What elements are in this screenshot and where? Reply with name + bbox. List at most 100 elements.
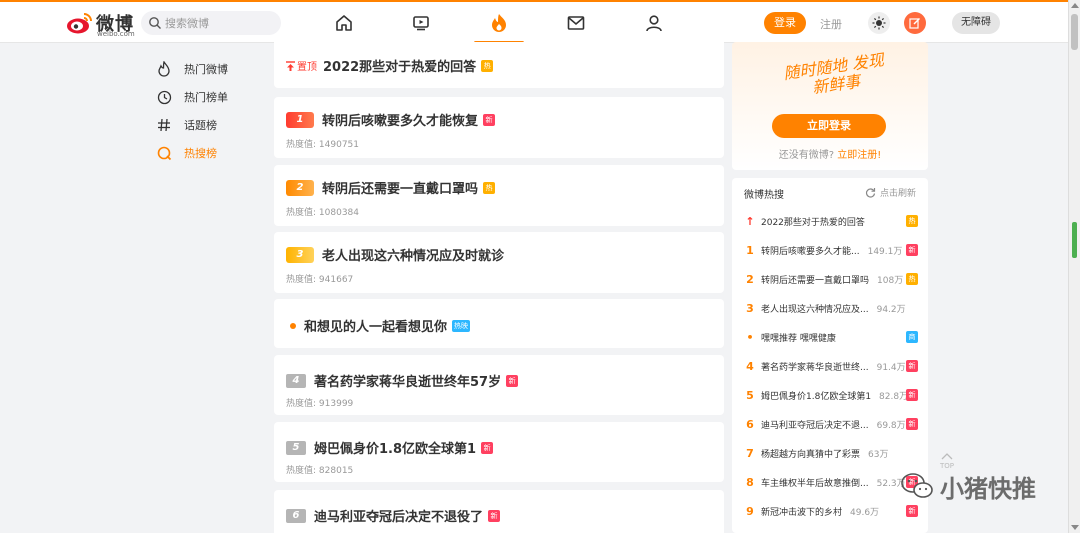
hot-search-badge-wrap: 新 xyxy=(906,360,918,372)
hot-search-row[interactable]: 6 迪马利亚夺冠后决定不退... 69.8万新 xyxy=(744,416,918,432)
video-icon[interactable] xyxy=(409,11,433,35)
home-icon[interactable] xyxy=(332,11,356,35)
hot-search-text[interactable]: 2022那些对于热爱的回答 xyxy=(761,215,865,228)
pinned-tag: 置顶 xyxy=(286,58,317,73)
hot-search-text[interactable]: 转阴后还需要一直戴口罩吗 xyxy=(761,273,869,286)
hot-search-rank: 3 xyxy=(746,301,754,315)
hot-item-card[interactable]: 4 著名药学家蒋华良逝世终年57岁 新 热度值: 913999 xyxy=(274,355,724,415)
hot-item-title[interactable]: 转阴后还需要一直戴口罩吗 xyxy=(322,178,478,197)
hot-item-card[interactable]: 5 姆巴佩身价1.8亿欧全球第1 新 热度值: 828015 xyxy=(274,422,724,482)
hot-item-card[interactable]: 1 转阴后咳嗽要多久才能恢复 新 热度值: 1490751 xyxy=(274,97,724,158)
rank-number: 4 xyxy=(286,373,306,388)
accessibility-button[interactable]: 无障碍 xyxy=(952,12,1000,34)
hot-search-text[interactable]: 迪马利亚夺冠后决定不退... xyxy=(761,418,869,431)
register-now-link[interactable]: 立即注册! xyxy=(837,150,881,161)
hot-search-text[interactable]: 嘿嘿推荐 嘿嘿健康 xyxy=(761,331,836,344)
scroll-up-arrow[interactable] xyxy=(1071,3,1079,8)
refresh-button[interactable]: 点击刷新 xyxy=(865,186,916,199)
hot-item-title[interactable]: 姆巴佩身价1.8亿欧全球第1 xyxy=(314,438,476,457)
new-badge: 新 xyxy=(481,441,494,454)
register-link[interactable]: 注册 xyxy=(820,16,842,32)
hot-search-badge-wrap: 新 xyxy=(906,389,918,401)
hot-search-badge-wrap: 新 xyxy=(906,505,918,517)
hot-search-rank: 2 xyxy=(746,272,754,286)
hot-search-row[interactable]: ↑ 2022那些对于热爱的回答 热 xyxy=(744,213,918,229)
hot-search-row[interactable]: 2 转阴后还需要一直戴口罩吗 108万热 xyxy=(744,271,918,287)
hot-flame-icon[interactable] xyxy=(487,11,511,35)
rec-badge: 商 xyxy=(906,331,918,343)
hot-search-text[interactable]: 新冠冲击波下的乡村 xyxy=(761,505,842,518)
hot-search-count: 94.2万 xyxy=(876,304,906,315)
profile-icon[interactable] xyxy=(642,11,666,35)
hot-search-badge-wrap: 新 xyxy=(906,418,918,430)
recommend-dot xyxy=(290,322,296,329)
hot-search-badge-wrap: 商 xyxy=(906,331,918,343)
search-icon xyxy=(149,17,161,29)
hot-search-row[interactable]: • 嘿嘿推荐 嘿嘿健康 商 xyxy=(744,329,918,345)
hot-search-rank: 8 xyxy=(746,475,754,489)
sidebar-item-hot-search[interactable]: 热搜榜 xyxy=(140,139,260,167)
pinned-card[interactable]: 置顶 2022那些对于热爱的回答 热 xyxy=(274,42,724,88)
heat-value: 热度值: 1490751 xyxy=(286,140,360,150)
rank-number: 5 xyxy=(286,440,306,455)
hot-search-text[interactable]: 杨超越方向真猜中了彩票 xyxy=(761,447,860,460)
flame-outline-icon xyxy=(156,61,172,77)
scroll-down-arrow[interactable] xyxy=(1071,525,1079,530)
search-placeholder: 搜索微博 xyxy=(165,17,209,30)
sidebar-item-hot-weibo[interactable]: 热门微博 xyxy=(140,55,260,83)
hot-search-rank: • xyxy=(746,330,754,344)
weibo-logo[interactable]: 微博 weibo.com xyxy=(66,8,136,38)
hot-search-row[interactable]: 7 杨超越方向真猜中了彩票 63万 xyxy=(744,445,918,461)
refresh-icon xyxy=(865,188,876,198)
hot-search-row[interactable]: 5 姆巴佩身价1.8亿欧全球第1 82.8万新 xyxy=(744,387,918,403)
no-account-text: 还没有微博? 立即注册! xyxy=(778,150,882,161)
hot-item-title[interactable]: 著名药学家蒋华良逝世终年57岁 xyxy=(314,371,501,390)
hot-item-title[interactable]: 老人出现这六种情况应及时就诊 xyxy=(322,245,504,264)
hotlist-title: 微博热搜 xyxy=(744,190,784,201)
hot-search-row[interactable]: 8 车主维权半年后故意推倒... 52.3万新 xyxy=(744,474,918,490)
hot-search-text[interactable]: 转阴后咳嗽要多久才能... xyxy=(761,244,860,257)
left-sidebar: 热门微博 热门榜单 话题榜 热搜榜 xyxy=(140,55,260,167)
hot-search-row[interactable]: 4 著名药学家蒋华良逝世终... 91.4万新 xyxy=(744,358,918,374)
hot-search-row[interactable]: 9 新冠冲击波下的乡村 49.6万 新 xyxy=(744,503,918,519)
hot-search-row[interactable]: 3 老人出现这六种情况应及... 94.2万 xyxy=(744,300,918,316)
login-button[interactable]: 登录 xyxy=(764,12,806,34)
recommended-card[interactable]: 和想见的人一起看想见你 热映 xyxy=(274,299,724,348)
sidebar-item-topics[interactable]: 话题榜 xyxy=(140,111,260,139)
sidebar-item-label: 话题榜 xyxy=(184,119,217,132)
new-badge: 新 xyxy=(488,509,501,522)
edit-icon xyxy=(909,18,920,29)
hot-search-count: 69.8万 xyxy=(876,420,906,431)
rank-fire-badge: 2 xyxy=(286,179,314,196)
hot-search-text[interactable]: 车主维权半年后故意推倒... xyxy=(761,476,869,489)
hot-search-text[interactable]: 姆巴佩身价1.8亿欧全球第1 xyxy=(761,389,871,402)
sidebar-item-hot-list[interactable]: 热门榜单 xyxy=(140,83,260,111)
hot-search-text[interactable]: 著名药学家蒋华良逝世终... xyxy=(761,360,869,373)
vertical-scrollbar[interactable] xyxy=(1068,0,1080,533)
pinned-tag-label: 置顶 xyxy=(297,62,317,73)
rank-number: 3 xyxy=(296,248,304,260)
clock-icon xyxy=(156,89,172,105)
mail-icon[interactable] xyxy=(564,11,588,35)
hot-search-text[interactable]: 老人出现这六种情况应及... xyxy=(761,302,869,315)
hot-item-title[interactable]: 转阴后咳嗽要多久才能恢复 xyxy=(322,110,478,129)
logo-subtext: weibo.com xyxy=(97,30,135,38)
new-badge: 新 xyxy=(906,418,918,430)
sidebar-item-label: 热搜榜 xyxy=(184,147,217,160)
hot-search-row[interactable]: 1 转阴后咳嗽要多久才能... 149.1万新 xyxy=(744,242,918,258)
hot-search-rank: ↑ xyxy=(745,214,755,228)
hot-item-title[interactable]: 迪马利亚夺冠后决定不退役了 xyxy=(314,506,483,525)
hot-search-count: 49.6万 xyxy=(850,507,880,518)
hot-badge: 热 xyxy=(906,273,918,285)
hot-item-card[interactable]: 2 转阴后还需要一直戴口罩吗 热 热度值: 1080384 xyxy=(274,165,724,226)
hot-item-card[interactable]: 3 老人出现这六种情况应及时就诊 热度值: 941667 xyxy=(274,232,724,293)
hot-item-title[interactable]: 和想见的人一起看想见你 xyxy=(304,316,447,335)
compose-button[interactable] xyxy=(904,12,926,34)
pinned-title[interactable]: 2022那些对于热爱的回答 xyxy=(323,56,476,75)
theme-toggle-button[interactable] xyxy=(868,12,890,34)
scrollbar-thumb[interactable] xyxy=(1071,14,1078,50)
weibo-eye-icon xyxy=(67,13,92,34)
login-now-button[interactable]: 立即登录 xyxy=(772,114,886,138)
search-input[interactable]: 搜索微博 xyxy=(141,11,281,35)
hot-item-card[interactable]: 6 迪马利亚夺冠后决定不退役了 新 xyxy=(274,490,724,533)
